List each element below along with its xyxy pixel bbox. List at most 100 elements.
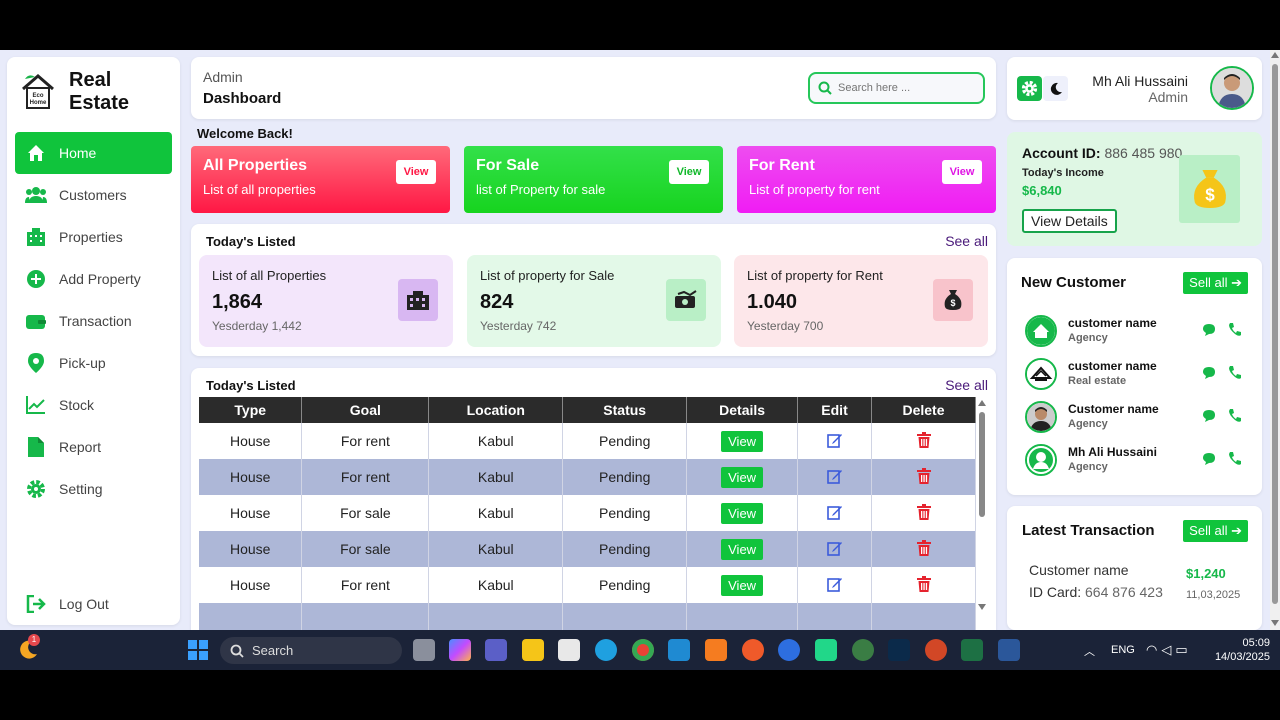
column-header-details[interactable]: Details <box>686 397 799 423</box>
sell-all-transactions-button[interactable]: Sell all ➔ <box>1183 520 1248 542</box>
avatar[interactable] <box>1210 66 1254 110</box>
logout-icon <box>25 593 47 615</box>
logout-button[interactable]: Log Out <box>15 583 172 625</box>
clock[interactable]: 05:09 14/03/2025 <box>1215 636 1270 664</box>
view-details-button[interactable]: View <box>721 574 764 596</box>
table-cell-goal: For rent <box>301 423 430 459</box>
sidebar-item-customers[interactable]: Customers <box>15 174 172 216</box>
photoshop-icon[interactable] <box>888 639 910 661</box>
column-header-delete[interactable]: Delete <box>871 397 976 423</box>
list-item[interactable]: Customer name Agency <box>1025 397 1250 437</box>
column-header-edit[interactable]: Edit <box>797 397 872 423</box>
chat-icon[interactable] <box>1202 366 1216 380</box>
sidebar-item-home[interactable]: Home <box>15 132 172 174</box>
table-cell-type: House <box>199 567 303 603</box>
edit-icon[interactable] <box>826 576 843 592</box>
system-tray-icons[interactable]: ◠◁▭ <box>1146 642 1192 658</box>
column-header-status[interactable]: Status <box>562 397 688 423</box>
settings-gear-icon[interactable] <box>1017 76 1042 101</box>
table-cell-goal: For rent <box>301 459 430 495</box>
sidebar-item-setting[interactable]: Setting <box>15 468 172 510</box>
task-view-icon[interactable] <box>413 639 435 661</box>
summary-card-for-sale: For Sale list of Property for sale View <box>464 146 723 213</box>
customer-name: Customer name <box>1068 402 1159 416</box>
powerpoint-icon[interactable] <box>925 639 947 661</box>
excel-icon[interactable] <box>961 639 983 661</box>
table-row: House For rent Kabul Pending View <box>199 459 976 495</box>
search-input[interactable] <box>838 82 978 94</box>
pycharm-icon[interactable] <box>815 639 837 661</box>
column-header-goal[interactable]: Goal <box>301 397 430 423</box>
trash-icon[interactable] <box>916 431 931 448</box>
view-details-button[interactable]: View <box>721 538 764 560</box>
edge-icon[interactable] <box>595 639 617 661</box>
sidebar: Eco Home Real Estate Home Customers Prop… <box>7 57 180 625</box>
logo[interactable]: Eco Home Real Estate <box>19 67 169 115</box>
view-for-sale-button[interactable]: View <box>669 160 709 184</box>
sidebar-item-properties[interactable]: Properties <box>15 216 172 258</box>
language-indicator[interactable]: ENG <box>1111 644 1135 656</box>
customer-name: customer name <box>1068 316 1157 330</box>
column-header-location[interactable]: Location <box>428 397 564 423</box>
taskbar-search[interactable]: Search <box>220 637 402 664</box>
file-explorer-icon[interactable] <box>522 639 544 661</box>
phone-icon[interactable] <box>1228 451 1242 466</box>
copilot-icon[interactable] <box>449 639 471 661</box>
view-details-button[interactable]: View <box>721 502 764 524</box>
phone-icon[interactable] <box>1228 365 1242 380</box>
latest-transaction-card: Latest Transaction Sell all ➔ Customer n… <box>1007 506 1262 630</box>
xampp-icon[interactable] <box>705 639 727 661</box>
phone-icon[interactable] <box>1228 322 1242 337</box>
windows-start-icon[interactable] <box>188 640 208 665</box>
trash-icon[interactable] <box>916 503 931 520</box>
phone-icon[interactable] <box>1228 408 1242 423</box>
edit-icon[interactable] <box>826 468 843 484</box>
chevron-up-icon[interactable]: ︿ <box>1084 643 1095 659</box>
view-details-button[interactable]: View <box>721 466 764 488</box>
table-row: House For rent Kabul Pending View <box>199 423 976 459</box>
sidebar-item-report[interactable]: Report <box>15 426 172 468</box>
trash-icon[interactable] <box>916 575 931 592</box>
store-icon[interactable] <box>558 639 580 661</box>
edit-icon[interactable] <box>826 504 843 520</box>
edit-icon[interactable] <box>826 540 843 556</box>
view-all-properties-button[interactable]: View <box>396 160 436 184</box>
sidebar-item-stock[interactable]: Stock <box>15 384 172 426</box>
chat-icon[interactable] <box>1202 323 1216 337</box>
see-all-link[interactable]: See all <box>945 377 988 393</box>
vscode-icon[interactable] <box>668 639 690 661</box>
sell-all-customers-button[interactable]: Sell all ➔ <box>1183 272 1248 294</box>
chat-icon[interactable] <box>1202 452 1216 466</box>
view-for-rent-button[interactable]: View <box>942 160 982 184</box>
taskbar-search-label: Search <box>252 643 294 658</box>
app-globe-icon[interactable] <box>852 639 874 661</box>
sidebar-item-add-property[interactable]: Add Property <box>15 258 172 300</box>
search-icon <box>230 644 244 658</box>
column-header-type[interactable]: Type <box>199 397 303 423</box>
table-cell-status: Pending <box>562 567 688 603</box>
view-details-button[interactable]: View Details <box>1022 209 1117 233</box>
trash-icon[interactable] <box>916 539 931 556</box>
page-scrollbar[interactable] <box>1270 50 1280 630</box>
list-item[interactable]: customer name Real estate <box>1025 354 1250 394</box>
edit-icon[interactable] <box>826 432 843 448</box>
table-scrollbar[interactable] <box>978 400 986 610</box>
customer-name: customer name <box>1068 359 1157 373</box>
chat-icon[interactable] <box>1202 409 1216 423</box>
word-icon[interactable] <box>998 639 1020 661</box>
app-a-icon[interactable] <box>778 639 800 661</box>
view-details-button[interactable]: View <box>721 430 764 452</box>
trash-icon[interactable] <box>916 467 931 484</box>
sidebar-item-pick-up[interactable]: Pick-up <box>15 342 172 384</box>
sidebar-item-transaction[interactable]: Transaction <box>15 300 172 342</box>
eco-home-logo-icon: Eco Home <box>22 74 54 109</box>
list-item[interactable]: Mh Ali Hussaini Agency <box>1025 440 1250 480</box>
search-box <box>808 72 985 104</box>
list-item[interactable]: customer name Agency <box>1025 311 1250 351</box>
dark-mode-moon-icon[interactable] <box>1043 76 1068 101</box>
weather-widget-icon[interactable]: 1 <box>16 634 40 662</box>
chrome-icon[interactable] <box>632 639 654 661</box>
postman-icon[interactable] <box>742 639 764 661</box>
teams-icon[interactable] <box>485 639 507 661</box>
see-all-link[interactable]: See all <box>945 233 988 249</box>
